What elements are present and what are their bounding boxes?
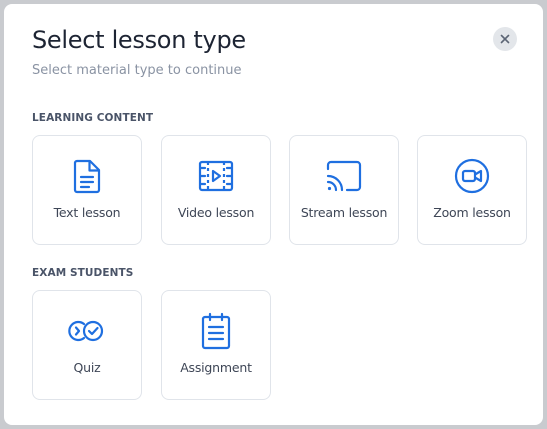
- zoom-camera-icon: [454, 158, 490, 194]
- quiz-card[interactable]: Quiz: [32, 290, 142, 400]
- text-lesson-card[interactable]: Text lesson: [32, 135, 142, 245]
- video-lesson-label: Video lesson: [177, 205, 255, 220]
- close-button[interactable]: [493, 27, 517, 51]
- text-lesson-label: Text lesson: [53, 205, 121, 220]
- stream-lesson-card[interactable]: Stream lesson: [289, 135, 399, 245]
- quiz-label: Quiz: [73, 360, 101, 375]
- quiz-icon: [68, 320, 104, 342]
- document-icon: [73, 159, 101, 194]
- cast-icon: [326, 160, 362, 192]
- dialog-title: Select lesson type: [32, 26, 246, 54]
- assignment-label: Assignment: [180, 360, 252, 375]
- clipboard-icon: [201, 312, 231, 350]
- section-label-exam-students: EXAM STUDENTS: [32, 267, 134, 279]
- select-lesson-type-dialog: Select lesson type Select material type …: [4, 4, 543, 425]
- assignment-card[interactable]: Assignment: [161, 290, 271, 400]
- stream-lesson-label: Stream lesson: [300, 205, 388, 220]
- video-lesson-card[interactable]: Video lesson: [161, 135, 271, 245]
- zoom-lesson-label: Zoom lesson: [433, 205, 511, 220]
- section-label-learning-content: LEARNING CONTENT: [32, 112, 154, 124]
- dialog-subtitle: Select material type to continue: [32, 63, 242, 78]
- close-icon: [500, 34, 510, 44]
- video-icon: [198, 160, 234, 192]
- zoom-lesson-card[interactable]: Zoom lesson: [417, 135, 527, 245]
